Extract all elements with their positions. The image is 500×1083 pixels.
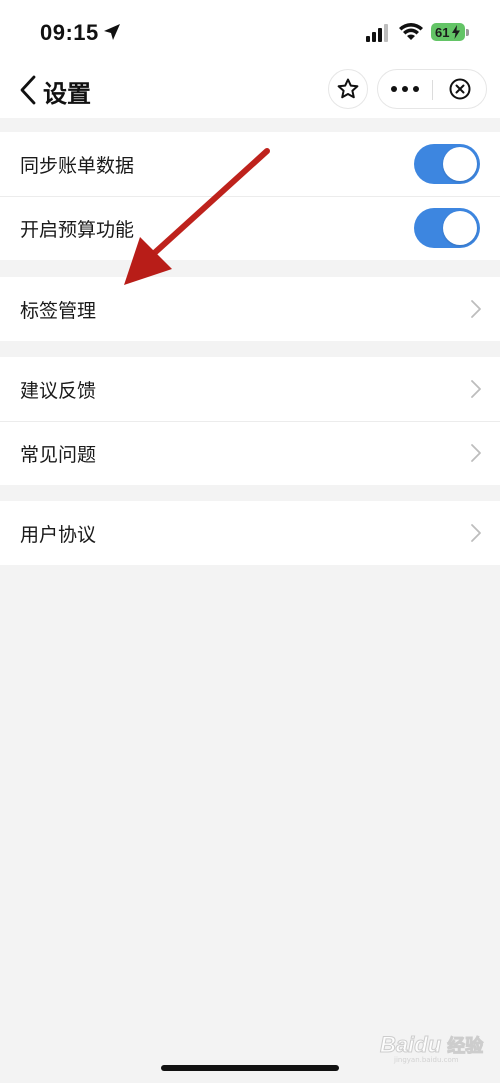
row-label: 用户协议 xyxy=(20,523,97,546)
back-chevron-icon[interactable] xyxy=(18,74,38,106)
close-button[interactable] xyxy=(434,70,486,108)
capsule-divider xyxy=(432,80,433,100)
toggle-knob xyxy=(443,211,477,245)
settings-row-sync-bills[interactable]: 同步账单数据 xyxy=(0,132,500,196)
settings-section-help: 建议反馈 常见问题 xyxy=(0,357,500,485)
chevron-right-icon xyxy=(471,300,481,318)
row-label: 建议反馈 xyxy=(20,379,97,402)
budget-toggle[interactable] xyxy=(414,208,480,248)
mini-program-capsule xyxy=(377,69,487,109)
settings-row-budget[interactable]: 开启预算功能 xyxy=(0,196,500,260)
status-time: 09:15 xyxy=(40,20,99,45)
more-dot-icon xyxy=(413,86,419,92)
more-dot-icon xyxy=(391,86,397,92)
row-label: 开启预算功能 xyxy=(20,218,135,241)
charging-bolt-icon xyxy=(452,25,460,39)
favorite-button[interactable] xyxy=(328,69,368,109)
page-title: 设置 xyxy=(43,80,91,108)
settings-row-faq[interactable]: 常见问题 xyxy=(0,421,500,485)
settings-row-user-agreement[interactable]: 用户协议 xyxy=(0,501,500,565)
settings-row-feedback[interactable]: 建议反馈 xyxy=(0,357,500,421)
more-dot-icon xyxy=(402,86,408,92)
baidu-jingyan-watermark: Baidu 经验 jingyan.baidu.com xyxy=(379,1030,496,1065)
settings-screen: 09:15 61 设置 同步账单数据 开启预算功能 标签管理 建议反馈 常见问题… xyxy=(0,0,500,1083)
battery-tip xyxy=(466,29,469,36)
close-circle-icon xyxy=(449,78,471,100)
row-label: 标签管理 xyxy=(20,299,97,322)
nav-bar: 设置 xyxy=(0,62,500,118)
settings-row-tag-management[interactable]: 标签管理 xyxy=(0,277,500,341)
settings-section-tags: 标签管理 xyxy=(0,277,500,341)
status-bar: 09:15 61 xyxy=(0,0,500,62)
chevron-right-icon xyxy=(471,380,481,398)
row-label: 常见问题 xyxy=(20,443,97,466)
watermark-url: jingyan.baidu.com xyxy=(394,1056,459,1064)
battery-level: 61 xyxy=(435,24,450,40)
more-button[interactable] xyxy=(378,70,432,108)
home-indicator xyxy=(161,1065,339,1071)
watermark-logo-text: Baidu 经验 xyxy=(379,1032,484,1058)
settings-section-sync: 同步账单数据 开启预算功能 xyxy=(0,132,500,260)
star-icon xyxy=(337,78,359,99)
toggle-knob xyxy=(443,147,477,181)
chevron-right-icon xyxy=(471,524,481,542)
row-label: 同步账单数据 xyxy=(20,154,135,177)
wifi-icon xyxy=(399,23,423,40)
cellular-signal-icon xyxy=(366,24,388,42)
sync-bills-toggle[interactable] xyxy=(414,144,480,184)
chevron-right-icon xyxy=(471,444,481,462)
location-arrow-icon xyxy=(104,24,120,40)
settings-section-legal: 用户协议 xyxy=(0,501,500,565)
